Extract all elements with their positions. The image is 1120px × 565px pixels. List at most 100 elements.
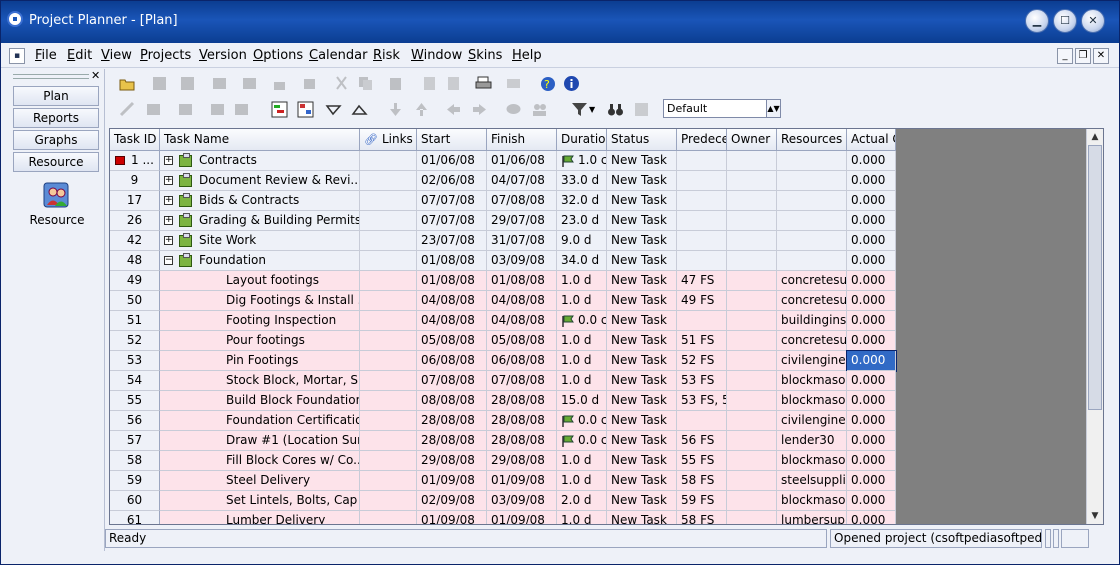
cell-start[interactable]: 28/08/08 (417, 411, 487, 431)
cell-duration[interactable]: 2.0 d (557, 491, 607, 511)
cell-pred[interactable]: 58 FS (677, 511, 727, 524)
cell-id[interactable]: 57 (110, 431, 160, 451)
table-row[interactable]: 61 Lumber Delivery 01/09/08 01/09/08 1.0 d Ne… (110, 511, 896, 524)
column-header-status[interactable]: Status (607, 129, 677, 151)
cell-links[interactable] (360, 311, 417, 331)
cell-actual[interactable]: 0.000 (847, 391, 896, 411)
menu-skins[interactable]: Skins (468, 48, 502, 63)
cell-start[interactable]: 01/08/08 (417, 251, 487, 271)
cell-id[interactable]: 49 (110, 271, 160, 291)
cell-finish[interactable]: 05/08/08 (487, 331, 557, 351)
cell-actual[interactable]: 0.000 (847, 191, 896, 211)
vertical-scrollbar[interactable]: ▲ ▼ (1086, 129, 1103, 524)
resource-label[interactable]: Resource (9, 213, 105, 227)
expand-icon[interactable]: + (164, 236, 173, 245)
cell-id[interactable]: 26 (110, 211, 160, 231)
cell-duration[interactable]: 1.0 d (557, 351, 607, 371)
outdent-icon[interactable] (351, 101, 368, 118)
cell-start[interactable]: 01/08/08 (417, 271, 487, 291)
save-icon[interactable] (151, 75, 168, 92)
chevron-down-icon[interactable]: ▲▼ (766, 100, 780, 117)
cell-start[interactable]: 01/09/08 (417, 511, 487, 524)
mdi-close-button[interactable]: ✕ (1093, 48, 1109, 64)
cell-duration[interactable]: 1.0 d (557, 371, 607, 391)
cell-id[interactable]: 51 (110, 311, 160, 331)
cell-status[interactable]: New Task (607, 251, 677, 271)
cell-status[interactable]: New Task (607, 291, 677, 311)
cell-owner[interactable] (727, 311, 777, 331)
cell-finish[interactable]: 03/09/08 (487, 251, 557, 271)
cell-res[interactable] (777, 171, 847, 191)
cell-id[interactable]: 53 (110, 351, 160, 371)
cell-res[interactable]: blockmasor (777, 491, 847, 511)
cell-status[interactable]: New Task (607, 411, 677, 431)
column-header-duration[interactable]: Duration (557, 129, 607, 151)
paste-icon[interactable] (387, 75, 404, 92)
cell-finish[interactable]: 04/08/08 (487, 291, 557, 311)
table-row[interactable]: 49 Layout footings 01/08/08 01/08/08 1.0 d Ne… (110, 271, 896, 291)
help-context-icon[interactable]: ? (539, 75, 556, 92)
document-icon[interactable] (421, 75, 438, 92)
expand-icon[interactable]: + (164, 156, 173, 165)
cell-name[interactable]: Pour footings (160, 331, 360, 351)
arrow-right-icon[interactable] (471, 101, 488, 118)
table-row[interactable]: 26 + Grading & Building Permits 07/07/08 29/… (110, 211, 896, 231)
cell-actual[interactable]: 0.000 (847, 211, 896, 231)
cell-start[interactable]: 07/07/08 (417, 191, 487, 211)
cell-pred[interactable]: 47 FS (677, 271, 727, 291)
cell-finish[interactable]: 01/09/08 (487, 471, 557, 491)
print-icon[interactable] (475, 75, 492, 92)
cell-duration[interactable]: 1.0 c (557, 151, 607, 171)
cell-status[interactable]: New Task (607, 431, 677, 451)
column-header-start[interactable]: Start (417, 129, 487, 151)
copy-icon[interactable] (357, 75, 374, 92)
table-row[interactable]: 52 Pour footings 05/08/08 05/08/08 1.0 d New … (110, 331, 896, 351)
cell-pred[interactable]: 49 FS (677, 291, 727, 311)
cell-name[interactable]: Lumber Delivery (160, 511, 360, 524)
cell-name[interactable]: Steel Delivery (160, 471, 360, 491)
cell-duration[interactable]: 32.0 d (557, 191, 607, 211)
menu-calendar[interactable]: Calendar (309, 48, 367, 63)
cell-actual[interactable]: 0.000 (847, 431, 896, 451)
menu-file[interactable]: File (35, 48, 57, 63)
cell-owner[interactable] (727, 511, 777, 524)
task-info-icon[interactable] (145, 101, 162, 118)
scroll-down-icon[interactable]: ▼ (1087, 508, 1103, 524)
cell-status[interactable]: New Task (607, 511, 677, 524)
link-tasks-icon[interactable] (119, 101, 136, 118)
cell-pred[interactable] (677, 231, 727, 251)
cell-status[interactable]: New Task (607, 191, 677, 211)
cell-duration[interactable]: 1.0 d (557, 331, 607, 351)
cell-name[interactable]: + Grading & Building Permits (160, 211, 360, 231)
nav-resource-button[interactable]: Resource (13, 152, 99, 172)
cell-duration[interactable]: 34.0 d (557, 251, 607, 271)
cell-status[interactable]: New Task (607, 311, 677, 331)
column-header-finish[interactable]: Finish (487, 129, 557, 151)
arrow-left-icon[interactable] (445, 101, 462, 118)
cell-name[interactable]: Dig Footings & Install ... (160, 291, 360, 311)
move-down-icon[interactable] (387, 101, 404, 118)
cell-res[interactable]: concretesub (777, 331, 847, 351)
cell-id[interactable]: 58 (110, 451, 160, 471)
table-row[interactable]: 17 + Bids & Contracts 07/07/08 07/08/08 32.0 … (110, 191, 896, 211)
cell-finish[interactable]: 04/07/08 (487, 171, 557, 191)
move-up-icon[interactable] (413, 101, 430, 118)
cell-actual[interactable]: 0.000 (847, 471, 896, 491)
cell-owner[interactable] (727, 211, 777, 231)
menu-view[interactable]: View (101, 48, 132, 63)
expand-icon[interactable]: + (164, 176, 173, 185)
scroll-up-icon[interactable]: ▲ (1087, 129, 1103, 145)
cell-links[interactable] (360, 471, 417, 491)
table-row[interactable]: 51 Footing Inspection 04/08/08 04/08/08 0.0 … (110, 311, 896, 331)
cell-id[interactable]: 54 (110, 371, 160, 391)
gantt-view-icon[interactable] (271, 101, 288, 118)
cell-res[interactable] (777, 211, 847, 231)
cell-links[interactable] (360, 451, 417, 471)
collapse-icon[interactable]: − (164, 256, 173, 265)
cell-finish[interactable]: 04/08/08 (487, 311, 557, 331)
new-task-icon[interactable] (177, 101, 194, 118)
column-header-name[interactable]: Task Name (160, 129, 360, 151)
mdi-restore-button[interactable]: ❐ (1075, 48, 1091, 64)
cell-start[interactable]: 05/08/08 (417, 331, 487, 351)
indent-icon[interactable] (325, 101, 342, 118)
